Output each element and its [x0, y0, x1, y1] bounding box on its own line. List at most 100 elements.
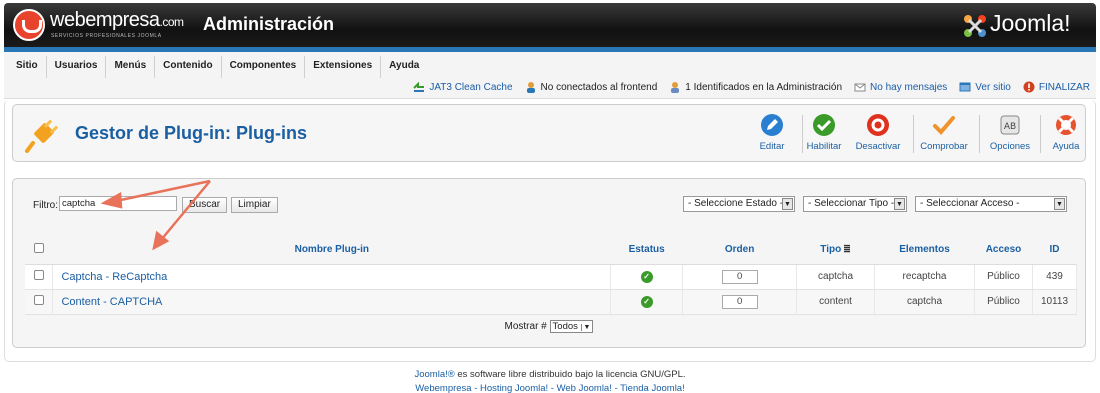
filter-input[interactable] [59, 196, 177, 211]
col-header-order[interactable]: Orden [682, 236, 797, 265]
pagination-limit: Mostrar # Todos ▼ [13, 320, 1085, 333]
id-cell: 10113 [1032, 289, 1078, 315]
admin-title: Administración [203, 14, 335, 34]
order-input[interactable]: 0 [721, 294, 758, 309]
row-checkbox[interactable] [33, 295, 44, 305]
access-cell: Público [974, 264, 1033, 290]
type-select[interactable]: - Seleccionar Tipo - ▼ [803, 196, 907, 212]
check-label: Comprobar [920, 141, 968, 152]
frontend-status: No conectados al frontend [525, 81, 658, 93]
table-row: Content - CAPTCHA ✓ 0 content captcha Pú… [25, 289, 1078, 315]
webempresa-logo-icon [13, 9, 45, 41]
menu-item-contenido[interactable]: Contenido [155, 56, 222, 78]
license-text: es software libre distribuido bajo la li… [454, 369, 686, 380]
disable-label: Desactivar [855, 141, 901, 152]
check-button[interactable]: Comprobar [919, 113, 969, 152]
admins-label: 1 Identificados en la Administración [685, 81, 843, 93]
filter-label: Filtro: [33, 200, 58, 211]
checkmark-icon [933, 116, 955, 135]
logout-link[interactable]: FINALIZAR [1023, 81, 1090, 93]
license-line: Joomla!® es software libre distribuido b… [0, 368, 1100, 382]
menu-item-ayuda[interactable]: Ayuda [381, 56, 427, 78]
lifebuoy-icon [1056, 115, 1076, 135]
chevron-down-icon: ▼ [894, 198, 905, 210]
row-checkbox-cell [25, 289, 54, 315]
brand-name: webempresa [50, 9, 160, 31]
plugin-name-link[interactable]: Captcha - ReCaptcha [52, 264, 612, 290]
toolbar-divider [913, 115, 914, 153]
brand-tagline: SERVICIOS PROFESIONALES JOOMLA [51, 33, 162, 39]
toolbar-divider [979, 115, 980, 153]
access-cell: Público [974, 289, 1033, 315]
col-header-type[interactable]: Tipo ≣ [796, 236, 875, 265]
menu-item-componentes[interactable]: Componentes [222, 56, 306, 78]
plugin-name-link[interactable]: Content - CAPTCHA [52, 289, 612, 315]
order-cell: 0 [682, 289, 798, 315]
clear-button[interactable]: Limpiar [231, 197, 278, 213]
check-circle-icon [813, 114, 835, 136]
help-button[interactable]: Ayuda [1041, 113, 1091, 152]
col-header-access[interactable]: Acceso [974, 236, 1033, 265]
brand-logo: webempresa.com [50, 9, 184, 32]
menu-item-sitio[interactable]: Sitio [8, 56, 47, 78]
messages-label: No hay mensajes [870, 81, 948, 93]
col-header-element[interactable]: Elementos [874, 236, 975, 265]
menu-item-menus[interactable]: Menús [106, 56, 156, 78]
chevron-down-icon: ▼ [1054, 198, 1065, 210]
status-cell: ✓ [610, 289, 684, 315]
enabled-check-icon[interactable]: ✓ [640, 270, 653, 283]
plugin-icon [25, 119, 59, 153]
type-cell: captcha [796, 264, 876, 290]
footer-links[interactable]: Webempresa - Hosting Joomla! - Web Jooml… [0, 382, 1100, 393]
limit-select[interactable]: Todos ▼ [549, 320, 594, 333]
col-header-id[interactable]: ID [1032, 236, 1077, 265]
enable-label: Habilitar [806, 141, 842, 152]
cache-icon [413, 81, 425, 92]
enabled-check-icon[interactable]: ✓ [640, 295, 653, 308]
options-button[interactable]: AB Opciones [985, 113, 1035, 152]
logout-label: FINALIZAR [1038, 81, 1090, 93]
joomla-link[interactable]: Joomla!® [414, 369, 454, 380]
select-all-checkbox[interactable] [33, 243, 44, 254]
cache-label: JAT3 Clean Cache [429, 81, 513, 93]
pager-label: Mostrar # [504, 321, 547, 332]
help-label: Ayuda [1052, 141, 1080, 152]
order-cell: 0 [682, 264, 798, 290]
cache-status[interactable]: JAT3 Clean Cache [413, 81, 513, 93]
order-input[interactable]: 0 [721, 269, 758, 284]
joomla-wordmark: Joomla! [990, 10, 1071, 36]
brand-domain: .com [159, 15, 185, 29]
disable-button[interactable]: Desactivar [853, 113, 903, 152]
menu-item-extensiones[interactable]: Extensiones [305, 56, 382, 78]
pencil-icon [761, 114, 783, 136]
view-site-link[interactable]: Ver sitio [959, 81, 1011, 93]
state-select-value: - Seleccione Estado - [688, 198, 784, 209]
access-select[interactable]: - Seleccionar Acceso - ▼ [915, 196, 1067, 212]
menu-items: Sitio Usuarios Menús Contenido Component… [8, 56, 427, 78]
page-footer: Joomla!® es software libre distribuido b… [0, 368, 1100, 393]
element-cell: captcha [874, 289, 975, 315]
mail-icon [854, 83, 866, 92]
joomla-logo-icon [964, 15, 986, 37]
state-select[interactable]: - Seleccione Estado - ▼ [683, 196, 795, 212]
type-select-value: - Seleccionar Tipo - [808, 198, 895, 209]
row-checkbox[interactable] [33, 270, 44, 280]
type-header-label: Tipo [820, 244, 842, 256]
type-cell: content [796, 289, 876, 315]
plugin-list-panel: Filtro: Buscar Limpiar - Seleccione Esta… [12, 178, 1086, 348]
element-cell: recaptcha [874, 264, 975, 290]
menu-item-usuarios[interactable]: Usuarios [47, 56, 107, 78]
sort-icon: ≣ [843, 244, 851, 255]
enable-button[interactable]: Habilitar [799, 113, 849, 152]
col-header-status[interactable]: Estatus [610, 236, 683, 265]
messages-status[interactable]: No hay mensajes [854, 81, 947, 93]
plugins-table: Nombre Plug-in Estatus Orden Tipo ≣ Eleme… [25, 236, 1078, 315]
limit-select-value: Todos [552, 321, 578, 332]
logout-icon [1023, 81, 1035, 93]
frontend-label: No conectados al frontend [540, 81, 658, 93]
search-button[interactable]: Buscar [182, 197, 228, 213]
edit-button[interactable]: Editar [747, 113, 797, 152]
row-checkbox-cell [25, 264, 54, 290]
col-header-name[interactable]: Nombre Plug-in [52, 236, 611, 265]
access-select-value: - Seleccionar Acceso - [920, 198, 1020, 209]
